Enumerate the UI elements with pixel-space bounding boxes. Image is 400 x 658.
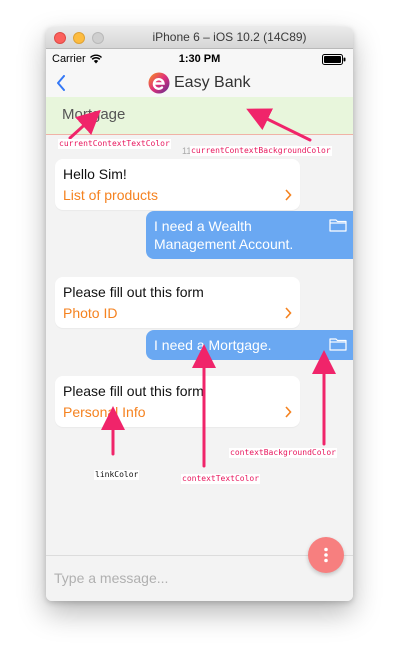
battery-icon xyxy=(322,54,346,65)
bot-message-text: Hello Sim! xyxy=(63,166,127,182)
annotation-context-text-color: contextTextColor xyxy=(181,474,261,484)
chevron-right-icon xyxy=(285,189,292,201)
link-row-photo-id[interactable]: Photo ID xyxy=(63,304,292,322)
bot-message: Please fill out this form Photo ID xyxy=(55,277,300,328)
folder-icon[interactable] xyxy=(329,218,347,232)
current-context-text: Mortgage xyxy=(62,106,126,123)
brand: Easy Bank xyxy=(148,71,250,95)
bot-message: Hello Sim! List of products xyxy=(55,159,300,210)
window-minimize-button[interactable] xyxy=(73,32,85,44)
brand-name: Easy Bank xyxy=(174,74,251,91)
photo-id-link[interactable]: Photo ID xyxy=(63,304,117,322)
personal-info-link[interactable]: Personal Info xyxy=(63,403,146,421)
chevron-right-icon xyxy=(285,406,292,418)
chat-area[interactable]: 11:29 AM Hello Sim! List of products I n… xyxy=(46,135,353,555)
window-maximize-button[interactable] xyxy=(92,32,104,44)
ios-status-bar: Carrier 1:30 PM xyxy=(46,49,353,69)
folder-icon[interactable] xyxy=(329,337,347,351)
user-message: I need a Wealth Management Account. xyxy=(146,211,353,259)
current-context-banner: Mortgage xyxy=(46,97,353,135)
message-composer xyxy=(46,555,353,601)
navigation-bar: Easy Bank xyxy=(46,69,353,97)
back-button[interactable] xyxy=(50,71,72,95)
bot-message-text: Please fill out this form xyxy=(63,383,204,399)
status-time: 1:30 PM xyxy=(178,53,221,65)
bot-message-text: Please fill out this form xyxy=(63,284,204,300)
user-message: I need a Mortgage. xyxy=(146,330,353,360)
window-close-button[interactable] xyxy=(54,32,66,44)
link-row-personal-info[interactable]: Personal Info xyxy=(63,403,292,421)
message-input[interactable] xyxy=(54,566,274,590)
bot-message: Please fill out this form Personal Info xyxy=(55,376,300,427)
user-message-text: I need a Wealth Management Account. xyxy=(154,218,294,252)
chevron-right-icon xyxy=(285,307,292,319)
more-vertical-icon xyxy=(324,547,328,563)
simulator-window: iPhone 6 – iOS 10.2 (14C89) Carrier 1:30… xyxy=(46,27,353,601)
annotation-current-context-text-color: currentContextTextColor xyxy=(58,139,171,149)
annotation-current-context-background-color: currentContextBackgroundColor xyxy=(190,146,332,156)
user-message-text: I need a Mortgage. xyxy=(154,337,272,353)
simulator-title: iPhone 6 – iOS 10.2 (14C89) xyxy=(152,30,307,44)
back-chevron-icon xyxy=(57,75,65,91)
link-row-list-of-products[interactable]: List of products xyxy=(63,186,292,204)
simulator-titlebar: iPhone 6 – iOS 10.2 (14C89) xyxy=(46,27,353,49)
annotation-context-background-color: contextBackgroundColor xyxy=(229,448,337,458)
annotation-link-color: linkColor xyxy=(94,470,140,480)
easy-bank-logo-icon xyxy=(148,72,170,94)
more-options-button[interactable] xyxy=(308,537,344,573)
list-of-products-link[interactable]: List of products xyxy=(63,186,158,204)
